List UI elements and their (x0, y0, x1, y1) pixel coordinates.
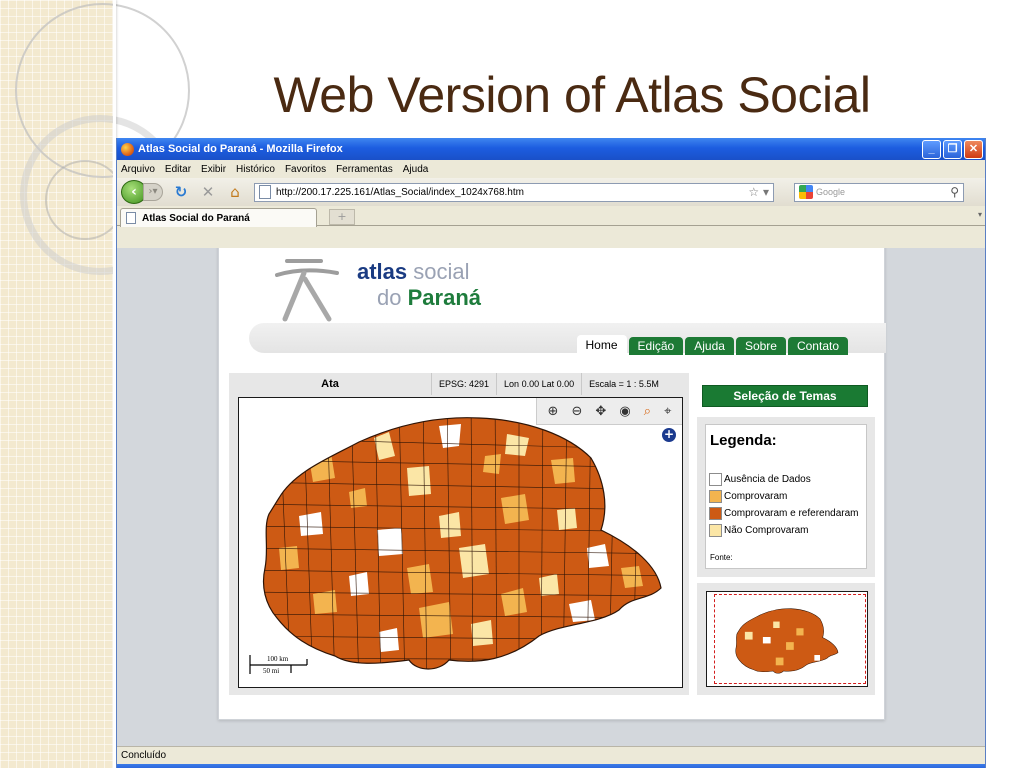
menu-ferramentas[interactable]: Ferramentas (336, 164, 393, 175)
pan-icon[interactable]: ✥ (595, 404, 606, 419)
logo-icon (275, 259, 339, 322)
window-controls: _ ❐ ✕ (922, 139, 985, 159)
zoom-in-icon[interactable]: ⊕ (548, 404, 559, 419)
slide-title: Web Version of Atlas Social (273, 67, 871, 123)
legend-item: Não Comprovaram (709, 522, 859, 539)
forward-button[interactable]: ›▾ (143, 183, 163, 201)
overview-panel (697, 583, 875, 695)
query-icon[interactable]: ⌕ (644, 404, 651, 419)
tab-edicao[interactable]: Edição (628, 337, 684, 355)
menu-historico[interactable]: Histórico (236, 164, 275, 175)
logo-text-parana: do Paraná (377, 285, 481, 311)
legend-label: Ausência de Dados (724, 474, 811, 485)
map-title: Ata (321, 378, 339, 390)
logo-word-do: do (377, 285, 402, 310)
legend-source: Fonte: (710, 553, 733, 562)
bookmark-star-icon[interactable]: ☆ ▾ (744, 185, 773, 199)
window-title: Atlas Social do Paraná - Mozilla Firefox (138, 143, 343, 155)
tab-title: Atlas Social do Paraná (142, 212, 250, 224)
scale-mi: 50 mi (263, 667, 280, 675)
legend-swatch (709, 524, 722, 537)
menu-ajuda[interactable]: Ajuda (403, 164, 429, 175)
map-epsg: EPSG: 4291 (431, 373, 496, 395)
map-panel: Ata EPSG: 4291 Lon 0.00 Lat 0.00 Escala … (229, 373, 689, 695)
stop-icon[interactable]: ✕ (199, 183, 217, 201)
new-tab-button[interactable]: + (329, 209, 355, 225)
menu-bar: Arquivo Editar Exibir Histórico Favorito… (117, 160, 985, 178)
search-input[interactable]: Google ⚲ (794, 182, 964, 202)
logo-word-atlas: atlas (357, 259, 408, 284)
zoom-extent-icon[interactable]: ◉ (619, 404, 630, 419)
address-bar[interactable]: http://200.17.225.161/Atlas_Social/index… (254, 182, 774, 202)
legend-title: Legenda: (710, 432, 777, 449)
legend-label: Comprovaram (724, 491, 788, 502)
url-text: http://200.17.225.161/Atlas_Social/index… (276, 186, 524, 198)
logo-text-atlas: atlas social (357, 259, 470, 285)
legend-swatch (709, 490, 722, 503)
menu-exibir[interactable]: Exibir (201, 164, 226, 175)
search-placeholder: Google (816, 187, 846, 197)
legend-label: Não Comprovaram (724, 525, 809, 536)
maximize-button[interactable]: ❐ (943, 139, 962, 159)
legend-item: Ausência de Dados (709, 471, 859, 488)
legend-item: Comprovaram (709, 488, 859, 505)
legend-items: Ausência de Dados Comprovaram Comprovara… (709, 471, 859, 539)
theme-selection-button[interactable]: Seleção de Temas (702, 385, 868, 407)
menu-favoritos[interactable]: Favoritos (285, 164, 326, 175)
map-header: Ata EPSG: 4291 Lon 0.00 Lat 0.00 Escala … (229, 373, 689, 395)
reload-icon[interactable]: ↻ (172, 183, 190, 201)
page-icon (259, 185, 271, 199)
scale-bar: 100 km 50 mi (249, 652, 309, 678)
tab-contato[interactable]: Contato (787, 337, 848, 355)
tab-ajuda[interactable]: Ajuda (685, 337, 734, 355)
overview-extent-box[interactable] (714, 594, 866, 684)
logo-word-social: social (413, 259, 470, 284)
web-page: atlas social do Paraná Home Edição Ajuda… (218, 248, 886, 720)
legend-panel: Legenda: Ausência de Dados Comprovaram C… (697, 417, 875, 577)
map-toolbar: ⊕ ⊖ ✥ ◉ ⌕ ⌖ (536, 398, 682, 425)
title-bar: Atlas Social do Paraná - Mozilla Firefox… (117, 138, 985, 160)
logo-word-parana: Paraná (407, 285, 481, 310)
tab-home[interactable]: Home (576, 335, 627, 355)
tab-bar: Atlas Social do Paraná + ▾ (117, 206, 985, 227)
home-icon[interactable]: ⌂ (226, 183, 244, 201)
search-icon[interactable]: ⚲ (950, 185, 963, 199)
firefox-icon (121, 142, 134, 156)
site-nav-tabs: Home Edição Ajuda Sobre Contato (575, 335, 848, 355)
legend-label: Comprovaram e referendaram (724, 508, 859, 519)
map-canvas[interactable]: ⊕ ⊖ ✥ ◉ ⌕ ⌖ + 100 km 50 mi (238, 397, 683, 688)
tab-atlas-social[interactable]: Atlas Social do Paraná (120, 208, 317, 227)
scale-km: 100 km (267, 655, 289, 663)
tab-sobre[interactable]: Sobre (735, 337, 786, 355)
minimize-button[interactable]: _ (922, 139, 941, 159)
parana-map[interactable] (239, 398, 683, 688)
overview-map[interactable] (706, 591, 868, 687)
close-button[interactable]: ✕ (964, 139, 983, 159)
page-icon (126, 212, 136, 224)
page-viewport: atlas social do Paraná Home Edição Ajuda… (117, 248, 985, 746)
status-bar: Concluído (117, 746, 985, 764)
menu-editar[interactable]: Editar (165, 164, 191, 175)
browser-window: Atlas Social do Paraná - Mozilla Firefox… (116, 138, 986, 768)
tab-list-icon[interactable]: ▾ (978, 210, 982, 219)
menu-arquivo[interactable]: Arquivo (121, 164, 155, 175)
legend-item: Comprovaram e referendaram (709, 505, 859, 522)
navigation-toolbar: ‹ ›▾ ↻ ✕ ⌂ http://200.17.225.161/Atlas_S… (117, 178, 985, 206)
legend-swatch (709, 507, 722, 520)
google-icon[interactable] (799, 185, 813, 199)
legend-swatch (709, 473, 722, 486)
map-coordinates: Lon 0.00 Lat 0.00 (496, 373, 581, 395)
clear-query-icon[interactable]: ⌖ (664, 404, 671, 419)
taskbar-strip (117, 764, 985, 768)
legend-box: Legenda: Ausência de Dados Comprovaram C… (705, 424, 867, 569)
zoom-out-icon[interactable]: ⊖ (571, 404, 582, 419)
map-scale: Escala = 1 : 5.5M (581, 373, 666, 395)
expand-plus-icon[interactable]: + (662, 428, 676, 442)
